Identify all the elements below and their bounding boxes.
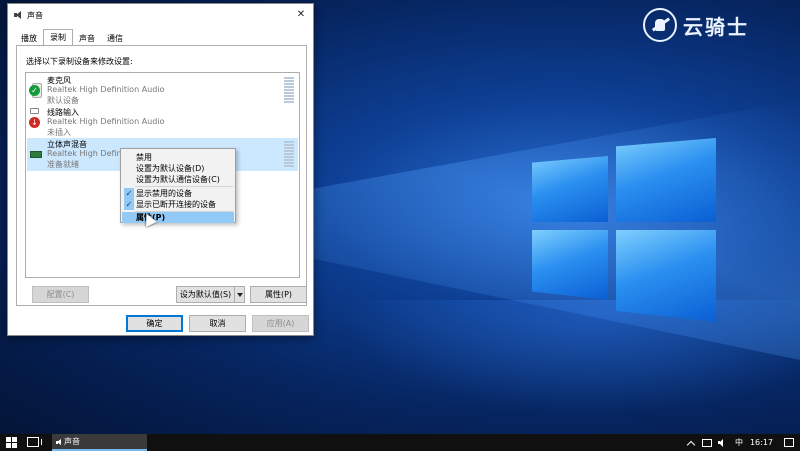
close-icon: ✕	[296, 9, 306, 20]
wallpaper-floor-glow	[300, 300, 800, 430]
configure-button[interactable]: 配置(C)	[32, 286, 89, 303]
apply-button[interactable]: 应用(A)	[252, 315, 309, 332]
wallpaper-window-pane	[616, 230, 716, 322]
stereo-mix-icon	[30, 151, 42, 158]
windows-logo-icon	[6, 443, 11, 448]
windows-logo-icon	[12, 437, 17, 442]
speaker-icon	[56, 439, 62, 446]
menu-item-label: 显示已断开连接的设备	[136, 200, 216, 209]
speaker-icon	[13, 10, 23, 20]
tab-strip: 播放 录制 声音 通信	[15, 29, 129, 46]
taskbar: 声音 中 16:17	[0, 434, 800, 451]
menu-item-set-default-comm-device[interactable]: 设置为默认通信设备(C)	[122, 174, 234, 185]
tab-communications[interactable]: 通信	[101, 31, 129, 46]
set-default-dropdown-arrow[interactable]	[234, 286, 245, 303]
device-status: 准备就绪	[47, 160, 79, 169]
action-center-icon[interactable]	[784, 438, 794, 447]
dialog-titlebar[interactable]: 声音 ✕	[8, 4, 313, 26]
knight-logo-icon	[643, 8, 677, 42]
menu-item-show-disabled[interactable]: ✓ 显示禁用的设备	[122, 188, 234, 199]
start-button[interactable]	[6, 437, 17, 448]
dialog-title: 声音	[27, 10, 43, 20]
instruction-text: 选择以下录制设备来修改设置:	[26, 57, 133, 66]
menu-separator	[135, 186, 233, 187]
device-driver: Realtek High Definition Audio	[47, 85, 165, 94]
checkmark-icon: ✓	[124, 188, 134, 199]
close-button[interactable]: ✕	[293, 7, 309, 23]
line-in-icon	[30, 108, 39, 114]
wallpaper-window-pane	[532, 156, 608, 222]
tab-sounds[interactable]: 声音	[73, 31, 101, 46]
default-check-icon: ✓	[29, 85, 40, 96]
properties-button[interactable]: 属性(P)	[250, 286, 307, 303]
level-meter	[284, 141, 294, 167]
system-tray: 中 16:17	[686, 434, 800, 451]
task-view-icon[interactable]	[27, 437, 42, 447]
windows-logo-icon	[6, 437, 11, 442]
ok-button[interactable]: 确定	[126, 315, 183, 332]
watermark: 云骑士	[643, 6, 793, 44]
menu-item-properties[interactable]: 属性(P)	[122, 212, 234, 223]
tab-playback[interactable]: 播放	[15, 31, 43, 46]
volume-icon[interactable]	[717, 438, 727, 447]
wallpaper-window-pane	[532, 230, 608, 300]
device-driver: Realtek High Definition Audio	[47, 117, 165, 126]
show-hidden-icons-chevron-icon[interactable]	[686, 440, 696, 449]
clock[interactable]: 16:17	[750, 438, 773, 447]
device-context-menu: 禁用 设置为默认设备(D) 设置为默认通信设备(C) ✓ 显示禁用的设备 ✓ 显…	[120, 148, 236, 223]
windows-logo-icon	[12, 443, 17, 448]
device-row-line-in[interactable]: ↓ 线路输入 Realtek High Definition Audio 未插入	[27, 106, 298, 139]
menu-item-set-default-device[interactable]: 设置为默认设备(D)	[122, 163, 234, 174]
set-default-button[interactable]: 设为默认值(S)	[176, 286, 235, 303]
level-meter	[284, 77, 294, 103]
cancel-button[interactable]: 取消	[189, 315, 246, 332]
device-status: 未插入	[47, 128, 71, 137]
taskbar-app-sound[interactable]: 声音	[52, 434, 147, 451]
input-method-indicator[interactable]: 中	[735, 437, 743, 448]
unplugged-arrow-icon: ↓	[29, 117, 40, 128]
checkmark-icon: ✓	[124, 199, 134, 210]
device-row-microphone[interactable]: ✓ 麦克风 Realtek High Definition Audio 默认设备	[27, 74, 298, 107]
network-icon[interactable]	[701, 438, 712, 447]
wallpaper-window-pane	[616, 138, 716, 222]
menu-item-show-disconnected[interactable]: ✓ 显示已断开连接的设备	[122, 199, 234, 210]
menu-item-disable[interactable]: 禁用	[122, 152, 234, 163]
tab-recording[interactable]: 录制	[43, 29, 73, 46]
device-status: 默认设备	[47, 96, 79, 105]
watermark-text: 云骑士	[683, 14, 749, 39]
menu-item-label: 显示禁用的设备	[136, 189, 192, 198]
taskbar-app-label: 声音	[64, 437, 80, 446]
